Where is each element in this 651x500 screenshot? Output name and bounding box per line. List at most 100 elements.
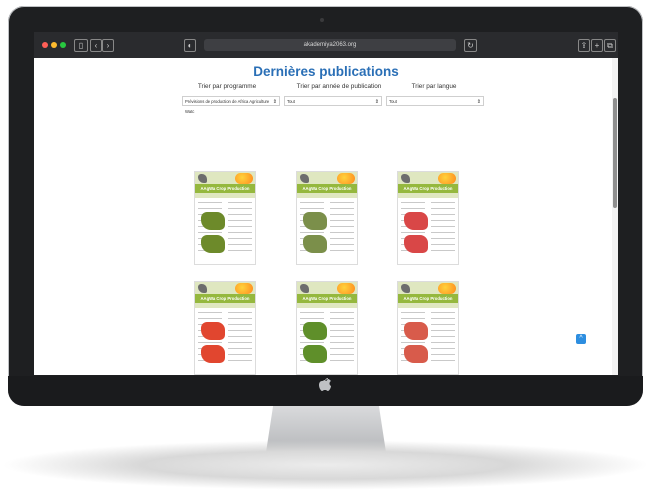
- map-figure: [303, 345, 327, 363]
- text-line: [431, 312, 455, 313]
- text-line: [198, 232, 222, 233]
- map-figure: [201, 212, 225, 230]
- card-title: AAgWa Crop Production: [297, 294, 357, 303]
- map-figure: [404, 235, 428, 253]
- text-line: [431, 244, 455, 245]
- back-to-top-button[interactable]: ^: [576, 334, 586, 344]
- map-figure: [303, 322, 327, 340]
- text-line: [330, 336, 354, 337]
- text-line: [330, 244, 354, 245]
- fruit-image: [235, 283, 253, 294]
- text-line: [228, 202, 252, 203]
- publication-card[interactable]: AAgWa Crop Production: [296, 171, 358, 265]
- text-line: [401, 312, 425, 313]
- africa-logo-icon: [300, 284, 309, 293]
- text-line: [431, 226, 455, 227]
- text-line: [228, 324, 252, 325]
- text-line: [431, 238, 455, 239]
- text-line: [228, 342, 252, 343]
- vertical-scrollbar[interactable]: [612, 58, 618, 375]
- text-line: [330, 318, 354, 319]
- screen: ▯ ‹ › ◐ akademiya2063.org ↻ ⇪ + ⧉ Derniè…: [34, 32, 618, 375]
- text-line: [431, 348, 455, 349]
- text-line: [198, 318, 222, 319]
- tabs-overview-icon[interactable]: ⧉: [604, 39, 616, 52]
- text-line: [228, 312, 252, 313]
- africa-logo-icon: [198, 174, 207, 183]
- text-line: [431, 342, 455, 343]
- text-line: [330, 226, 354, 227]
- text-line: [330, 202, 354, 203]
- web-page: Dernières publications Trier par program…: [34, 58, 618, 375]
- text-line: [228, 220, 252, 221]
- language-select[interactable]: Tout ⇕: [386, 96, 484, 106]
- filter-program-label: Trier par programme: [197, 83, 257, 90]
- filter-year-label: Trier par année de publication: [296, 83, 382, 90]
- page-title: Dernières publications: [253, 64, 399, 79]
- map-figure: [201, 345, 225, 363]
- text-line: [228, 318, 252, 319]
- publication-card[interactable]: AAgWa Crop Production: [397, 171, 459, 265]
- map-figure: [303, 235, 327, 253]
- publication-card[interactable]: AAgWa Crop Production: [194, 171, 256, 265]
- map-figure: [404, 345, 428, 363]
- back-button[interactable]: ‹: [90, 39, 102, 52]
- apple-logo-icon: [319, 378, 331, 391]
- text-line: [228, 214, 252, 215]
- text-line: [330, 220, 354, 221]
- year-select[interactable]: Tout ⇕: [284, 96, 382, 106]
- text-line: [198, 202, 222, 203]
- africa-logo-icon: [198, 284, 207, 293]
- fruit-image: [337, 173, 355, 184]
- monitor-frame: ▯ ‹ › ◐ akademiya2063.org ↻ ⇪ + ⧉ Derniè…: [8, 6, 643, 406]
- text-line: [431, 354, 455, 355]
- text-line: [401, 208, 425, 209]
- new-tab-icon[interactable]: +: [591, 39, 603, 52]
- year-select-value: Tout: [287, 99, 295, 104]
- filter-language-label: Trier par langue: [411, 83, 457, 90]
- text-line: [228, 232, 252, 233]
- text-line: [300, 312, 324, 313]
- map-figure: [404, 212, 428, 230]
- forward-button[interactable]: ›: [102, 39, 114, 52]
- text-line: [431, 214, 455, 215]
- reload-icon[interactable]: ↻: [464, 39, 477, 52]
- language-select-value: Tout: [389, 99, 397, 104]
- scrollbar-thumb[interactable]: [613, 98, 617, 208]
- text-line: [330, 348, 354, 349]
- camera-dot: [320, 18, 324, 22]
- text-line: [300, 342, 324, 343]
- chevron-down-icon: ⇕: [476, 99, 481, 105]
- program-select[interactable]: Prévisions de production de Africa Agric…: [182, 96, 280, 114]
- sidebar-toggle-icon[interactable]: ▯: [74, 39, 88, 52]
- publication-card[interactable]: AAgWa Crop Production: [296, 281, 358, 375]
- text-line: [330, 324, 354, 325]
- text-line: [300, 232, 324, 233]
- text-line: [198, 312, 222, 313]
- card-title: AAgWa Crop Production: [398, 184, 458, 193]
- zoom-window-icon[interactable]: [60, 42, 66, 48]
- share-icon[interactable]: ⇪: [578, 39, 590, 52]
- text-line: [228, 336, 252, 337]
- fruit-image: [235, 173, 253, 184]
- text-line: [330, 214, 354, 215]
- text-line: [330, 238, 354, 239]
- privacy-shield-icon[interactable]: ◐: [184, 39, 196, 52]
- text-line: [330, 342, 354, 343]
- fruit-image: [337, 283, 355, 294]
- publication-card[interactable]: AAgWa Crop Production: [397, 281, 459, 375]
- text-line: [401, 342, 425, 343]
- publication-card[interactable]: AAgWa Crop Production: [194, 281, 256, 375]
- text-line: [300, 202, 324, 203]
- monitor-stand-base: [0, 440, 651, 490]
- text-line: [431, 220, 455, 221]
- text-line: [330, 250, 354, 251]
- text-line: [431, 202, 455, 203]
- minimize-window-icon[interactable]: [51, 42, 57, 48]
- africa-logo-icon: [401, 174, 410, 183]
- close-window-icon[interactable]: [42, 42, 48, 48]
- map-figure: [201, 322, 225, 340]
- text-line: [330, 208, 354, 209]
- address-bar[interactable]: akademiya2063.org: [204, 39, 456, 51]
- fruit-image: [438, 283, 456, 294]
